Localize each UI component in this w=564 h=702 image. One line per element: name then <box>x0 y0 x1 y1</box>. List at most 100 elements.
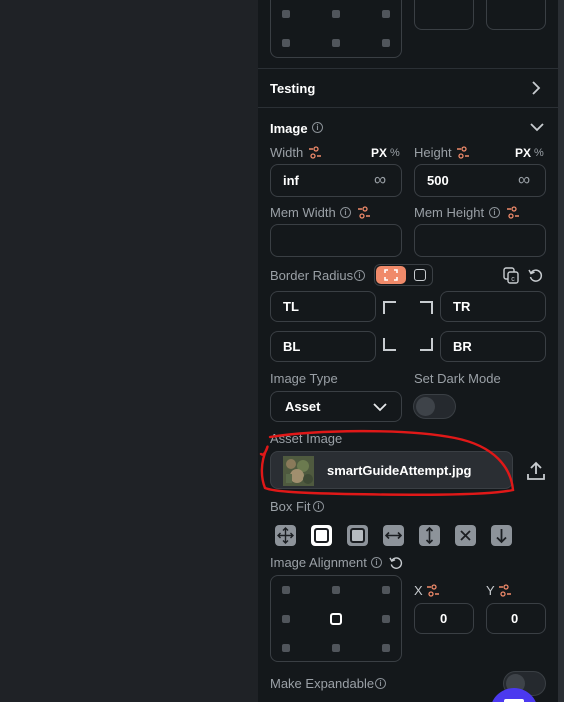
infinity-icon[interactable]: ∞ <box>518 170 530 190</box>
width-unit-percent[interactable]: % <box>390 147 400 159</box>
border-radius-toggle[interactable] <box>374 264 433 286</box>
width-input[interactable]: inf ∞ <box>270 164 402 197</box>
radius-tl-input[interactable]: TL <box>270 291 376 322</box>
grid-dot[interactable] <box>282 39 290 47</box>
radius-tl-label: TL <box>283 299 299 314</box>
info-icon[interactable]: i <box>371 557 382 568</box>
info-icon[interactable]: i <box>489 207 500 218</box>
fit-height-button[interactable] <box>419 525 440 546</box>
info-icon[interactable]: i <box>375 678 386 689</box>
sliders-icon[interactable] <box>456 146 470 159</box>
horizontal-arrows-icon <box>385 531 402 540</box>
sliders-icon[interactable] <box>357 206 371 219</box>
testing-section-title[interactable]: Testing <box>270 81 315 96</box>
sliders-icon[interactable] <box>498 584 512 597</box>
dark-mode-toggle[interactable] <box>413 394 456 419</box>
sliders-icon[interactable] <box>308 146 322 159</box>
width-value: inf <box>283 173 299 188</box>
chevron-down-icon[interactable] <box>529 120 545 134</box>
radius-tr-input[interactable]: TR <box>440 291 546 322</box>
mem-height-input[interactable] <box>414 224 546 257</box>
radius-br-label: BR <box>453 339 472 354</box>
divider <box>258 107 558 108</box>
sliders-icon[interactable] <box>506 206 520 219</box>
mem-height-label: Mem Height <box>414 205 485 220</box>
fit-none-button[interactable] <box>275 525 296 546</box>
grid-dot[interactable] <box>332 39 340 47</box>
radius-tr-label: TR <box>453 299 471 314</box>
info-icon[interactable]: i <box>354 270 365 281</box>
align-top-left[interactable] <box>282 586 290 594</box>
square-icon <box>314 528 329 543</box>
height-unit-px[interactable]: PX <box>515 146 531 160</box>
y-input[interactable]: 0 <box>486 603 546 634</box>
x-input[interactable]: 0 <box>414 603 474 634</box>
reset-icon[interactable] <box>389 556 403 570</box>
set-dark-mode-label: Set Dark Mode <box>414 371 501 386</box>
info-icon[interactable]: i <box>340 207 351 218</box>
copy-icon[interactable]: c <box>503 267 519 284</box>
top-y-input[interactable] <box>486 0 546 30</box>
align-top-right[interactable] <box>382 586 390 594</box>
grid-dot[interactable] <box>332 10 340 18</box>
x-value: 0 <box>440 611 448 626</box>
radius-bl-input[interactable]: BL <box>270 331 376 362</box>
grid-dot[interactable] <box>382 10 390 18</box>
image-type-label: Image Type <box>270 371 338 386</box>
sliders-icon[interactable] <box>426 584 440 597</box>
grid-dot[interactable] <box>382 39 390 47</box>
height-input[interactable]: 500 ∞ <box>414 164 546 197</box>
box-fit-label: Box Fit <box>270 499 311 514</box>
align-center-right[interactable] <box>382 615 390 623</box>
mem-width-label: Mem Width <box>270 205 336 220</box>
top-x-input[interactable] <box>414 0 474 30</box>
align-top-center[interactable] <box>332 586 340 594</box>
height-value: 500 <box>427 173 449 188</box>
info-icon[interactable]: i <box>313 501 324 512</box>
fit-contain-button[interactable] <box>311 525 332 546</box>
y-label: Y <box>486 583 495 598</box>
radius-br-input[interactable]: BR <box>440 331 546 362</box>
chevron-right-icon[interactable] <box>529 80 543 96</box>
align-bottom-left[interactable] <box>282 644 290 652</box>
mem-width-input[interactable] <box>270 224 402 257</box>
screen: Testing Image i Width PX % Height PX % i… <box>0 0 564 702</box>
image-type-value: Asset <box>285 399 321 414</box>
border-radius-label: Border Radius <box>270 268 354 283</box>
close-icon <box>460 530 471 541</box>
toggle-knob <box>416 397 435 416</box>
radius-bl-label: BL <box>283 339 301 354</box>
uniform-corners-option[interactable] <box>414 269 426 281</box>
fit-width-button[interactable] <box>383 525 404 546</box>
image-section-title[interactable]: Image <box>270 121 308 136</box>
infinity-icon[interactable]: ∞ <box>374 170 386 190</box>
canvas-area <box>0 0 258 702</box>
reset-icon[interactable] <box>528 268 543 283</box>
corners-icon <box>384 269 398 281</box>
image-type-select[interactable]: Asset <box>270 391 402 422</box>
fit-cover-button[interactable] <box>347 525 368 546</box>
info-icon[interactable]: i <box>312 122 323 133</box>
align-bottom-center[interactable] <box>332 644 340 652</box>
height-unit-percent[interactable]: % <box>534 147 544 159</box>
fit-fill-button[interactable] <box>455 525 476 546</box>
fit-scale-down-button[interactable] <box>491 525 512 546</box>
panel-scrollbar[interactable] <box>558 0 564 702</box>
align-bottom-right[interactable] <box>382 644 390 652</box>
svg-text:c: c <box>511 276 515 283</box>
filled-square-icon <box>350 528 365 543</box>
width-label: Width <box>270 145 304 160</box>
align-center-selected[interactable] <box>330 613 342 625</box>
alignment-grid[interactable] <box>270 575 402 662</box>
x-label: X <box>414 583 423 598</box>
radius-preview-icon <box>383 301 433 351</box>
image-alignment-label: Image Alignment <box>270 555 367 570</box>
make-expandable-label: Make Expandable <box>270 676 375 691</box>
top-alignment-grid[interactable] <box>270 0 402 58</box>
y-value: 0 <box>511 611 519 626</box>
separate-corners-option[interactable] <box>376 266 406 284</box>
grid-dot[interactable] <box>282 10 290 18</box>
upload-icon[interactable] <box>526 461 546 481</box>
align-center-left[interactable] <box>282 615 290 623</box>
width-unit-px[interactable]: PX <box>371 146 387 160</box>
